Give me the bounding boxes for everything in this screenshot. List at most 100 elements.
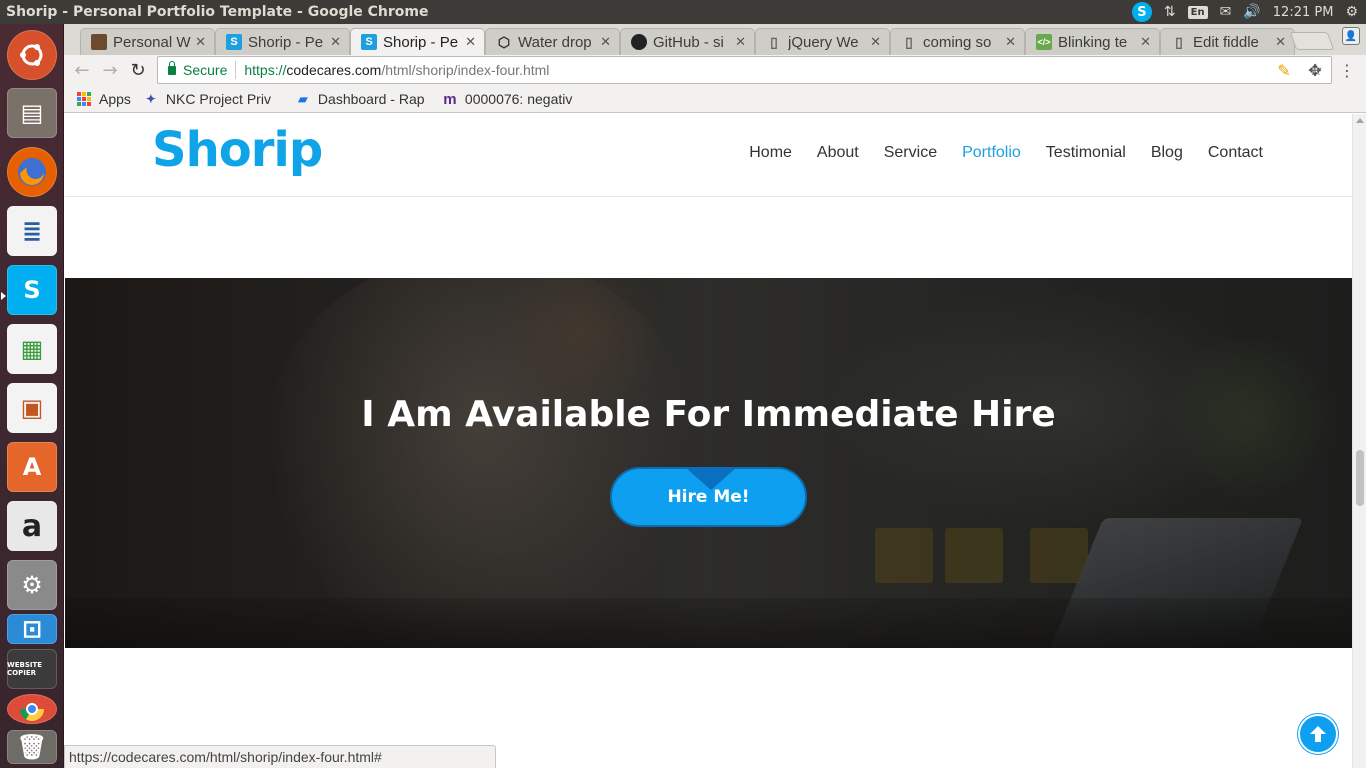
browser-tab[interactable]: ▯ jQuery We ✕: [755, 28, 890, 55]
skype-icon[interactable]: S: [7, 265, 57, 315]
mantis-icon: m: [443, 91, 457, 107]
browser-tab[interactable]: Personal W ✕: [80, 28, 215, 55]
software-center-icon[interactable]: A: [7, 442, 57, 492]
tab-title: Shorip - Pe: [248, 33, 324, 51]
trash-icon[interactable]: 🗑: [7, 730, 57, 764]
nav-service[interactable]: Service: [884, 144, 937, 162]
arrow-up-icon: [1310, 726, 1326, 742]
window-title: Shorip - Personal Portfolio Template - G…: [6, 4, 429, 20]
settings-icon[interactable]: ⚙: [7, 560, 57, 610]
bookmark-label: NKC Project Priv: [165, 91, 271, 107]
browser-tab[interactable]: S Shorip - Pe ✕: [215, 28, 350, 55]
browser-tab-strip: Personal W ✕ S Shorip - Pe ✕ S Shorip - …: [64, 24, 1366, 55]
code-icon: </>: [1036, 34, 1052, 50]
new-tab-button[interactable]: [1289, 32, 1335, 50]
nav-about[interactable]: About: [817, 144, 859, 162]
bookmark-label: Apps: [99, 91, 131, 107]
remote-desktop-icon[interactable]: ⊡: [7, 614, 57, 644]
tab-title: Water drop: [518, 33, 592, 51]
close-icon[interactable]: ✕: [330, 34, 341, 50]
tab-title: jQuery We: [788, 33, 859, 51]
browser-tab[interactable]: ⬡ Water drop ✕: [485, 28, 620, 55]
amazon-icon[interactable]: a: [7, 501, 57, 551]
close-icon[interactable]: ✕: [735, 34, 746, 50]
network-arrows-icon[interactable]: ⇅: [1164, 4, 1176, 20]
close-icon[interactable]: ✕: [465, 34, 476, 50]
extension-move-icon[interactable]: ✥: [1304, 59, 1326, 81]
tab-title: Edit fiddle: [1193, 33, 1259, 51]
scroll-up-arrow-icon[interactable]: [1356, 118, 1364, 123]
browser-tab-active[interactable]: S Shorip - Pe ✕: [350, 28, 485, 55]
close-icon[interactable]: ✕: [870, 34, 881, 50]
address-separator: [235, 61, 237, 79]
forward-button[interactable]: →: [98, 59, 122, 83]
shorip-favicon: S: [226, 34, 242, 50]
nav-testimonial[interactable]: Testimonial: [1046, 144, 1126, 162]
nav-contact[interactable]: Contact: [1208, 144, 1263, 162]
bookmarks-bar: Apps ✦ NKC Project Priv ▰ Dashboard - Ra…: [64, 86, 1366, 113]
back-button[interactable]: ←: [70, 59, 94, 83]
unity-launcher: ▤ ≣ S ▦ ▣ A a ⚙ ⊡ WEBSITE COPIER 🗑: [0, 24, 64, 768]
volume-icon[interactable]: 🔊: [1243, 4, 1260, 20]
banner-heading: I Am Available For Immediate Hire: [361, 394, 1056, 435]
codepen-icon: ⬡: [497, 33, 511, 50]
close-icon[interactable]: ✕: [195, 34, 206, 50]
site-logo[interactable]: Shorip: [152, 122, 323, 178]
website-copier-icon[interactable]: WEBSITE COPIER: [7, 649, 57, 689]
scrollbar-thumb[interactable]: [1356, 450, 1364, 506]
link-status-bubble: https://codecares.com/html/shorip/index-…: [64, 745, 496, 768]
personal-site-favicon: [91, 34, 107, 50]
system-tray: S ⇅ En ✉ 🔊 12:21 PM ⚙: [1131, 2, 1366, 22]
extension-highlighter-icon[interactable]: ✎: [1273, 59, 1295, 81]
page-icon: ▯: [1175, 33, 1183, 50]
browser-tab[interactable]: GitHub - si ✕: [620, 28, 755, 55]
tab-title: coming so: [923, 33, 992, 51]
scroll-to-top-button[interactable]: [1298, 714, 1338, 754]
lock-icon: [168, 60, 176, 75]
tab-title: Blinking te: [1058, 33, 1128, 51]
writer-icon[interactable]: ≣: [7, 206, 57, 256]
page-icon: ▯: [905, 33, 913, 50]
profile-icon[interactable]: 👤: [1342, 27, 1360, 45]
files-icon[interactable]: ▤: [7, 88, 57, 138]
dashboard-icon: ▰: [298, 92, 308, 106]
gear-icon[interactable]: ⚙: [1345, 4, 1358, 20]
page-icon: ▯: [770, 33, 778, 50]
page-scrollbar[interactable]: [1352, 114, 1366, 768]
browser-tab[interactable]: </> Blinking te ✕: [1025, 28, 1160, 55]
bookmark-apps[interactable]: Apps: [76, 91, 131, 107]
bookmark-dashboard[interactable]: ▰ Dashboard - Rap: [295, 91, 430, 107]
close-icon[interactable]: ✕: [1005, 34, 1016, 50]
bookmark-nkc[interactable]: ✦ NKC Project Priv: [143, 91, 283, 107]
reload-button[interactable]: ↻: [126, 59, 150, 83]
clock[interactable]: 12:21 PM: [1273, 5, 1334, 20]
close-icon[interactable]: ✕: [1140, 34, 1151, 50]
firefox-icon[interactable]: [7, 147, 57, 197]
calc-icon[interactable]: ▦: [7, 324, 57, 374]
bookmark-mantis[interactable]: m 0000076: negativ: [442, 91, 584, 107]
nav-portfolio[interactable]: Portfolio: [962, 144, 1021, 162]
mail-icon[interactable]: ✉: [1220, 4, 1232, 20]
tab-title: GitHub - si: [653, 33, 724, 51]
skype-tray-icon[interactable]: S: [1131, 2, 1152, 22]
nav-blog[interactable]: Blog: [1151, 144, 1183, 162]
address-bar[interactable]: Secure https:// codecares.com /html/shor…: [157, 56, 1332, 84]
banner-dark-overlay: [65, 278, 1352, 648]
menu-icon[interactable]: ⋮: [1336, 59, 1358, 81]
impress-icon[interactable]: ▣: [7, 383, 57, 433]
website-copier-label: WEBSITE COPIER: [7, 661, 43, 677]
nav-home[interactable]: Home: [749, 144, 792, 162]
hire-me-button[interactable]: Hire Me!: [610, 467, 807, 527]
browser-tab[interactable]: ▯ coming so ✕: [890, 28, 1025, 55]
tab-title: Shorip - Pe: [383, 33, 459, 51]
ubuntu-dash-icon[interactable]: [7, 30, 57, 80]
close-icon[interactable]: ✕: [600, 34, 611, 50]
browser-toolbar: ← → ↻ Secure https:// codecares.com /htm…: [64, 55, 1366, 86]
keyboard-language-indicator[interactable]: En: [1187, 5, 1208, 19]
hire-me-label: Hire Me!: [667, 487, 750, 507]
chrome-icon[interactable]: [7, 694, 57, 724]
browser-tab[interactable]: ▯ Edit fiddle ✕: [1160, 28, 1295, 55]
close-icon[interactable]: ✕: [1275, 34, 1286, 50]
url-host: codecares.com: [286, 62, 382, 78]
github-icon: [631, 34, 647, 50]
